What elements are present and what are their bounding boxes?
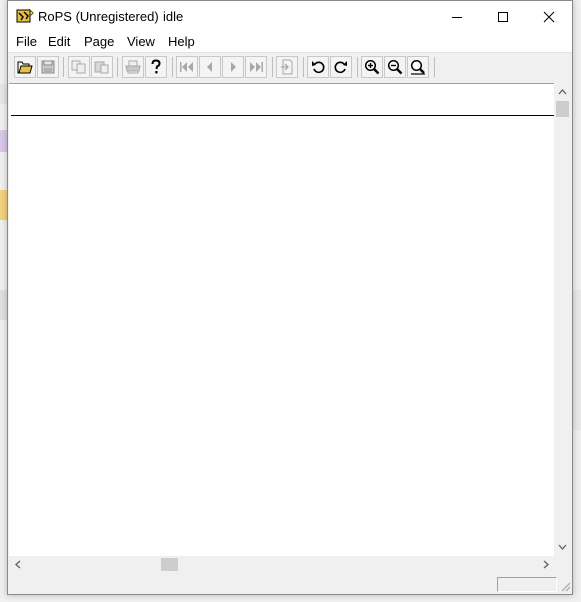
- menu-help[interactable]: Help: [168, 34, 195, 49]
- goto-page-button[interactable]: [276, 56, 298, 78]
- maximize-button[interactable]: [480, 1, 526, 32]
- minimize-button[interactable]: [434, 1, 480, 32]
- rotate-right-icon: [334, 61, 347, 74]
- window-title: RoPS (Unregistered): [38, 9, 159, 24]
- title-bar[interactable]: RoPS (Unregistered) idle: [8, 1, 572, 32]
- print-button[interactable]: [122, 56, 144, 78]
- toolbar-separator: [303, 57, 304, 77]
- scrollbar-corner: [554, 556, 571, 573]
- close-icon: [543, 11, 555, 22]
- rotate-left-button[interactable]: [307, 56, 329, 78]
- zoom-in-button[interactable]: [361, 56, 383, 78]
- help-button[interactable]: [145, 56, 167, 78]
- toolbar-separator: [63, 57, 64, 77]
- vertical-scroll-thumb[interactable]: [556, 101, 569, 117]
- open-folder-icon: [17, 61, 33, 74]
- page-top-rule: [11, 115, 554, 116]
- save-disk-icon: [41, 60, 55, 74]
- save-button[interactable]: [37, 56, 59, 78]
- scroll-up-arrow-icon[interactable]: [558, 89, 567, 95]
- menu-page[interactable]: Page: [84, 34, 114, 49]
- vertical-scrollbar[interactable]: [554, 83, 571, 556]
- toolbar-separator: [272, 57, 273, 77]
- previous-page-icon: [207, 62, 212, 72]
- scroll-down-arrow-icon[interactable]: [558, 544, 567, 550]
- copy-icon: [71, 60, 86, 74]
- last-page-button[interactable]: [245, 56, 267, 78]
- last-page-icon: [250, 62, 263, 72]
- goto-page-icon: [281, 59, 293, 75]
- maximize-icon: [498, 11, 508, 22]
- background-window-edge: [0, 130, 7, 152]
- horizontal-scrollbar[interactable]: [9, 556, 554, 573]
- previous-page-button[interactable]: [199, 56, 221, 78]
- rotate-right-button[interactable]: [330, 56, 352, 78]
- window-status: idle: [163, 9, 184, 24]
- scroll-right-arrow-icon[interactable]: [543, 560, 549, 569]
- print-icon: [125, 60, 141, 74]
- toolbar-separator: [117, 57, 118, 77]
- zoom-fit-icon: [410, 59, 425, 75]
- background-window-edge: [0, 190, 7, 220]
- first-page-button[interactable]: [176, 56, 198, 78]
- status-panel: [497, 577, 557, 592]
- minimize-icon: [452, 16, 462, 18]
- open-button[interactable]: [14, 56, 36, 78]
- help-question-icon: [151, 59, 161, 74]
- toolbar-separator: [434, 57, 435, 77]
- background-window-edge: [0, 84, 7, 104]
- toolbar-separator: [357, 57, 358, 77]
- horizontal-scroll-thumb[interactable]: [161, 558, 178, 571]
- first-page-icon: [180, 62, 193, 72]
- toolbar-separator: [172, 57, 173, 77]
- menu-bar: File Edit Page View Help: [8, 32, 572, 53]
- rops-app-icon[interactable]: [16, 8, 34, 25]
- document-view[interactable]: [9, 83, 554, 557]
- toolbar: [8, 53, 572, 81]
- resize-grip-icon[interactable]: [559, 580, 571, 592]
- paste-button[interactable]: [91, 56, 113, 78]
- menu-edit[interactable]: Edit: [48, 34, 70, 49]
- background-window-edge: [573, 290, 581, 430]
- close-button[interactable]: [526, 1, 572, 32]
- rops-main-window: RoPS (Unregistered) idle File Edit Page …: [7, 0, 573, 595]
- zoom-in-icon: [364, 59, 380, 75]
- status-bar: [8, 575, 572, 594]
- background-window-edge: [0, 290, 7, 320]
- zoom-out-button[interactable]: [384, 56, 406, 78]
- menu-file[interactable]: File: [16, 34, 37, 49]
- paste-icon: [94, 61, 109, 74]
- rotate-left-icon: [312, 61, 325, 74]
- zoom-fit-button[interactable]: [407, 56, 429, 78]
- scroll-left-arrow-icon[interactable]: [15, 560, 21, 569]
- copy-button[interactable]: [68, 56, 90, 78]
- next-page-button[interactable]: [222, 56, 244, 78]
- menu-view[interactable]: View: [127, 34, 155, 49]
- zoom-out-icon: [387, 59, 403, 75]
- next-page-icon: [231, 62, 236, 72]
